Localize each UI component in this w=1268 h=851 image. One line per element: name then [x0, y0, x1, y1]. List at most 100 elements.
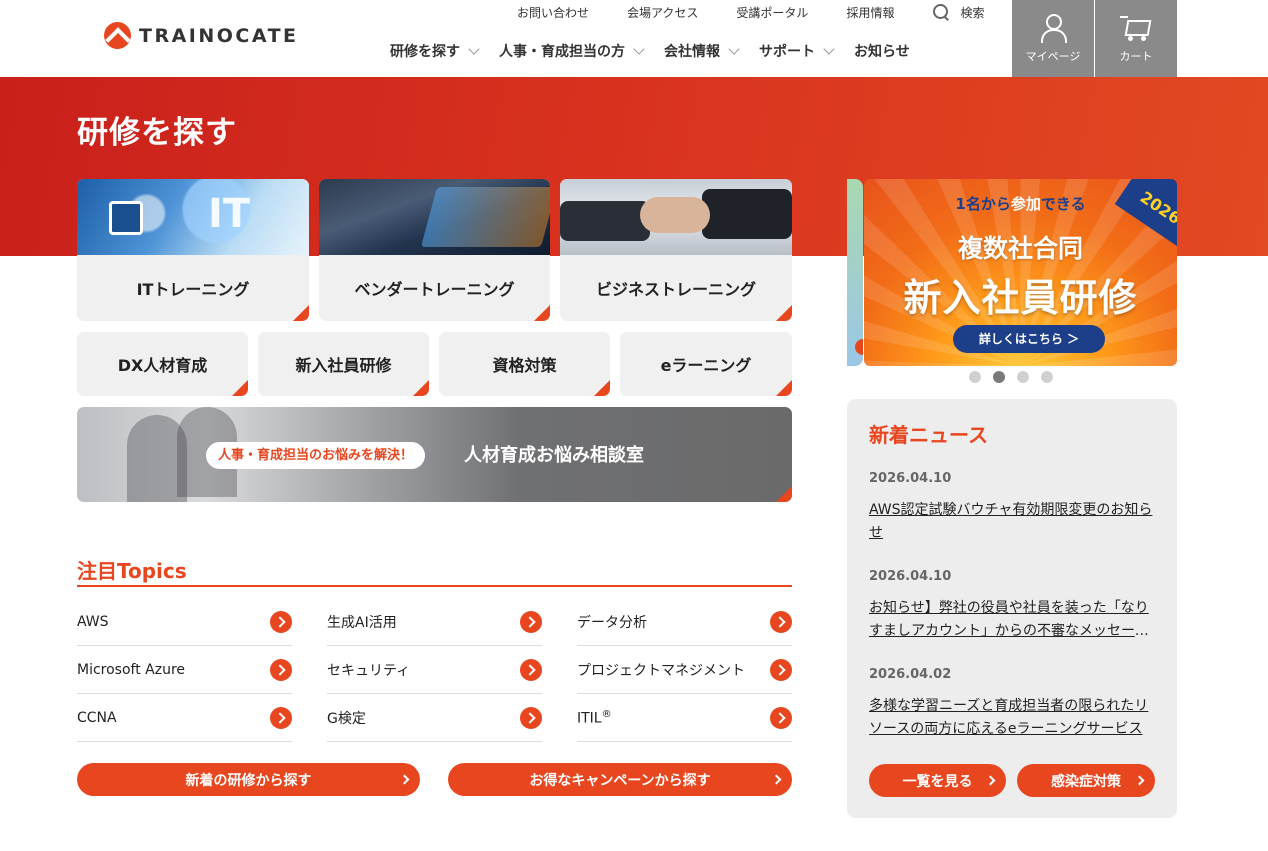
nav-item-hr[interactable]: 人事・育成担当の方: [499, 41, 645, 61]
user-icon: [1040, 14, 1067, 43]
category-label: 新入社員研修: [295, 356, 392, 375]
nav-label: 研修を探す: [390, 44, 460, 60]
chevron-right-icon: [771, 774, 782, 785]
consultation-banner[interactable]: 人事・育成担当のお悩みを解決！ 人材育成お悩み相談室: [77, 407, 792, 502]
search-button[interactable]: 検索: [932, 3, 984, 21]
corner-arrow-icon: [293, 305, 309, 321]
topic-label: セキュリティ: [327, 662, 411, 679]
category-label: DX人材育成: [117, 356, 208, 375]
arrow-right-icon: [520, 610, 542, 633]
logo-mark-icon: [104, 22, 131, 49]
nav-item-news[interactable]: お知らせ: [854, 41, 910, 61]
nav-item-find-training[interactable]: 研修を探す: [390, 41, 480, 61]
news-date: 2026.04.02: [869, 667, 952, 682]
category-label: ベンダートレーニング: [354, 280, 515, 299]
nav-item-company[interactable]: 会社情報: [664, 41, 740, 61]
topic-label: G検定: [327, 710, 366, 727]
topic-label: CCNA: [77, 709, 117, 726]
category-tile-elearning[interactable]: eラーニング: [620, 332, 792, 396]
topic-link-gkentei[interactable]: G検定: [327, 694, 542, 742]
arrow-right-icon: [270, 658, 292, 681]
topic-label: プロジェクトマネジメント: [577, 662, 745, 679]
carousel-dots: [969, 371, 1053, 383]
corner-arrow-icon: [534, 305, 550, 321]
topic-label: 生成AI活用: [327, 614, 397, 631]
news-link[interactable]: AWS認定試験バウチャ有効期限変更のお知らせ: [869, 499, 1159, 545]
carousel-dot-4[interactable]: [1041, 371, 1053, 383]
chevron-down-icon: [728, 42, 740, 55]
carousel-dot-2[interactable]: [993, 371, 1005, 383]
campaign-button[interactable]: お得なキャンペーンから探す: [448, 763, 792, 796]
logo-text: TRAINOCATE: [139, 24, 299, 47]
vendor-training-image: [319, 179, 550, 255]
topic-link-itil[interactable]: ITIL®: [577, 694, 792, 742]
main-nav: 研修を探す 人事・育成担当の方 会社情報 サポート お知らせ: [390, 41, 910, 61]
category-tile-it[interactable]: IT ITトレーニング: [77, 179, 309, 321]
news-link[interactable]: お知らせ】弊社の役員や社員を装った「なりすましアカウント」からの不審なメッセージ…: [869, 597, 1159, 643]
cart-label: カート: [1119, 50, 1153, 63]
cart-button[interactable]: カート: [1095, 0, 1177, 77]
chevron-right-icon: [985, 775, 996, 786]
button-label: 感染症対策: [1051, 773, 1121, 790]
slide-details-button[interactable]: 詳しくはこちら ＞: [953, 325, 1105, 353]
util-link-access[interactable]: 会場アクセス: [627, 4, 698, 21]
cart-icon: [1120, 14, 1152, 42]
nav-label: 人事・育成担当の方: [499, 44, 625, 60]
news-item: 2026.04.10 AWS認定試験バウチャ有効期限変更のお知らせ: [869, 471, 1159, 545]
previous-slide-peek[interactable]: [847, 179, 863, 366]
it-training-image: IT: [77, 179, 309, 255]
news-date: 2026.04.10: [869, 569, 952, 584]
category-tile-business[interactable]: ビジネストレーニング: [560, 179, 792, 321]
slide-line2: 複数社合同: [957, 234, 1083, 263]
news-date: 2026.04.10: [869, 471, 952, 486]
promo-carousel: 2026 1名から参加できる 複数社合同 新入社員研修 詳しくはこちら ＞: [847, 179, 1177, 366]
carousel-dot-1[interactable]: [969, 371, 981, 383]
util-link-contact[interactable]: お問い合わせ: [517, 4, 589, 21]
corner-arrow-icon: [776, 486, 792, 502]
button-label: お得なキャンペーンから探す: [529, 772, 711, 789]
arrow-right-icon: [520, 658, 542, 681]
category-tile-vendor[interactable]: ベンダートレーニング: [319, 179, 550, 321]
trainocate-logo[interactable]: TRAINOCATE: [104, 22, 299, 49]
arrow-right-icon: [770, 658, 792, 681]
button-label: 新着の研修から探す: [185, 772, 312, 789]
category-label: eラーニング: [660, 356, 752, 375]
news-link[interactable]: 多様な学習ニーズと育成担当者の限られたリソースの両方に応えるeラーニングサービス: [869, 695, 1159, 741]
topic-link-pm[interactable]: プロジェクトマネジメント: [577, 646, 792, 694]
category-label: ビジネストレーニング: [595, 280, 756, 299]
mypage-button[interactable]: マイページ: [1012, 0, 1094, 77]
arrow-right-icon: [770, 706, 792, 729]
util-link-portal[interactable]: 受講ポータル: [736, 4, 808, 21]
topic-link-aws[interactable]: AWS: [77, 598, 292, 646]
corner-arrow-icon: [594, 380, 610, 396]
topic-link-security[interactable]: セキュリティ: [327, 646, 542, 694]
chevron-right-icon: [399, 774, 410, 785]
topic-link-azure[interactable]: Microsoft Azure: [77, 646, 292, 694]
infection-control-button[interactable]: 感染症対策: [1017, 764, 1155, 797]
consult-badge: 人事・育成担当のお悩みを解決！: [206, 442, 426, 469]
topics-divider: [77, 585, 792, 587]
slide-line3: 新入社員研修: [903, 276, 1138, 320]
util-link-recruit[interactable]: 採用情報: [846, 4, 894, 21]
nav-item-support[interactable]: サポート: [759, 41, 835, 61]
topic-link-data[interactable]: データ分析: [577, 598, 792, 646]
arrow-right-icon: [520, 706, 542, 729]
topic-link-ccna[interactable]: CCNA: [77, 694, 292, 742]
category-tile-new-employee[interactable]: 新入社員研修: [258, 332, 429, 396]
corner-arrow-icon: [776, 305, 792, 321]
new-training-button[interactable]: 新着の研修から探す: [77, 763, 420, 796]
news-list-button[interactable]: 一覧を見る: [869, 764, 1006, 797]
page-title: 研修を探す: [77, 115, 237, 151]
category-tile-certification[interactable]: 資格対策: [439, 332, 610, 396]
arrow-right-icon: [770, 610, 792, 633]
nav-label: 会社情報: [664, 44, 720, 60]
category-tile-dx[interactable]: DX人材育成: [77, 332, 248, 396]
business-training-image: [560, 179, 792, 255]
chevron-right-icon: [1134, 775, 1145, 786]
it-image-text: IT: [208, 191, 251, 237]
topic-label: ITIL®: [577, 708, 612, 727]
topic-link-genai[interactable]: 生成AI活用: [327, 598, 542, 646]
utility-nav: お問い合わせ 会場アクセス 受講ポータル 採用情報 検索: [517, 4, 984, 20]
promo-slide-new-employee[interactable]: 2026 1名から参加できる 複数社合同 新入社員研修 詳しくはこちら ＞: [864, 179, 1177, 366]
carousel-dot-3[interactable]: [1017, 371, 1029, 383]
